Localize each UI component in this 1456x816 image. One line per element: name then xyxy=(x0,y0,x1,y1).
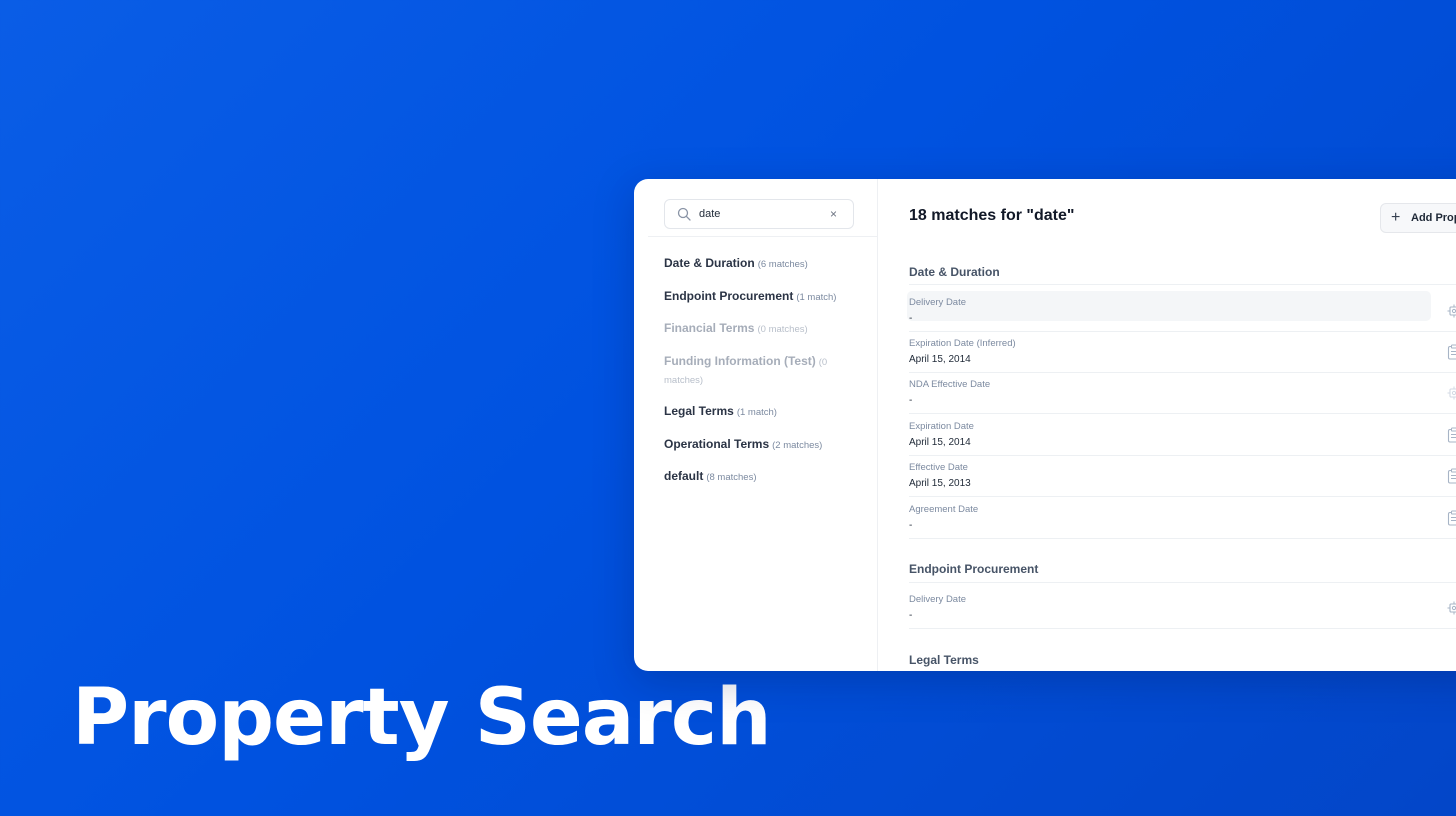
category-count: (8 matches) xyxy=(706,472,757,483)
category-count: (1 match) xyxy=(796,291,837,303)
divider xyxy=(909,413,1456,414)
category-name: default xyxy=(664,469,704,483)
property-search-panel: × Date & Duration(6 matches) Endpoint Pr… xyxy=(634,179,1456,671)
property-value: - xyxy=(909,610,913,621)
property-value: - xyxy=(909,395,913,406)
add-property-button[interactable]: + Add Property xyxy=(1380,203,1456,233)
close-icon[interactable]: × xyxy=(830,207,837,221)
results-panel: 18 matches for "date" + Add Property Dat… xyxy=(878,179,1456,671)
property-value: April 15, 2014 xyxy=(909,437,971,448)
category-item[interactable]: Endpoint Procurement (1 match) xyxy=(664,288,864,306)
property-label: Agreement Date xyxy=(909,504,979,515)
clipboard-icon[interactable] xyxy=(1447,344,1456,360)
divider xyxy=(648,236,877,237)
property-value: - xyxy=(909,520,913,531)
hero-title: Property Search xyxy=(72,673,772,763)
divider xyxy=(909,582,1456,583)
category-count: (1 match) xyxy=(736,407,777,418)
category-count: (2 matches) xyxy=(772,439,823,451)
gear-icon[interactable] xyxy=(1447,385,1456,401)
section-title: Legal Terms xyxy=(909,653,979,667)
category-item[interactable]: default (8 matches) xyxy=(664,468,864,486)
category-name: Financial Terms xyxy=(664,321,755,335)
category-name: Date & Duration xyxy=(664,256,755,270)
category-name: Funding Information (Test) xyxy=(664,353,816,368)
search-icon xyxy=(677,207,691,221)
clipboard-icon[interactable] xyxy=(1447,510,1456,526)
category-name: Operational Terms xyxy=(664,436,770,451)
divider xyxy=(909,628,1456,629)
property-value: - xyxy=(909,313,913,324)
plus-icon: + xyxy=(1391,209,1401,226)
divider xyxy=(909,496,1456,497)
divider xyxy=(909,372,1456,373)
divider xyxy=(909,538,1456,539)
divider xyxy=(909,331,1456,332)
section-title: Date & Duration xyxy=(909,265,1000,279)
category-item[interactable]: Operational Terms (2 matches) xyxy=(664,436,864,454)
property-value: April 15, 2013 xyxy=(909,478,971,489)
clipboard-icon[interactable] xyxy=(1447,427,1456,443)
search-input[interactable] xyxy=(699,205,819,223)
property-value: April 15, 2014 xyxy=(909,354,971,365)
property-label: Expiration Date xyxy=(909,421,974,432)
category-item[interactable]: Legal Terms (1 match) xyxy=(664,403,864,421)
gear-icon[interactable] xyxy=(1447,303,1456,319)
category-item[interactable]: Date & Duration (6 matches) xyxy=(664,255,864,273)
property-label: Delivery Date xyxy=(909,594,967,605)
category-name: Legal Terms xyxy=(664,404,734,418)
divider xyxy=(909,284,1456,285)
gear-icon[interactable] xyxy=(1447,600,1456,616)
row-highlight xyxy=(907,291,1431,321)
category-item: Funding Information (Test) (0 matches) xyxy=(664,353,834,389)
property-label: Delivery Date xyxy=(909,297,967,308)
add-property-label: Add Property xyxy=(1411,212,1456,224)
property-label: Effective Date xyxy=(909,462,968,473)
property-label: NDA Effective Date xyxy=(909,379,991,390)
results-title: 18 matches for "date" xyxy=(909,207,1075,224)
divider xyxy=(909,455,1456,456)
property-label: Expiration Date (Inferred) xyxy=(909,338,1016,349)
category-name: Endpoint Procurement xyxy=(664,288,794,303)
search-box[interactable]: × xyxy=(664,199,854,229)
section-title: Endpoint Procurement xyxy=(909,562,1039,576)
category-count: (6 matches) xyxy=(757,259,808,270)
category-list: Date & Duration (6 matches) Endpoint Proc… xyxy=(664,255,864,501)
category-item: Financial Terms (0 matches) xyxy=(664,320,864,338)
category-count: (0 matches) xyxy=(757,324,808,335)
sidebar: × Date & Duration(6 matches) Endpoint Pr… xyxy=(634,179,878,671)
clipboard-icon[interactable] xyxy=(1447,468,1456,484)
